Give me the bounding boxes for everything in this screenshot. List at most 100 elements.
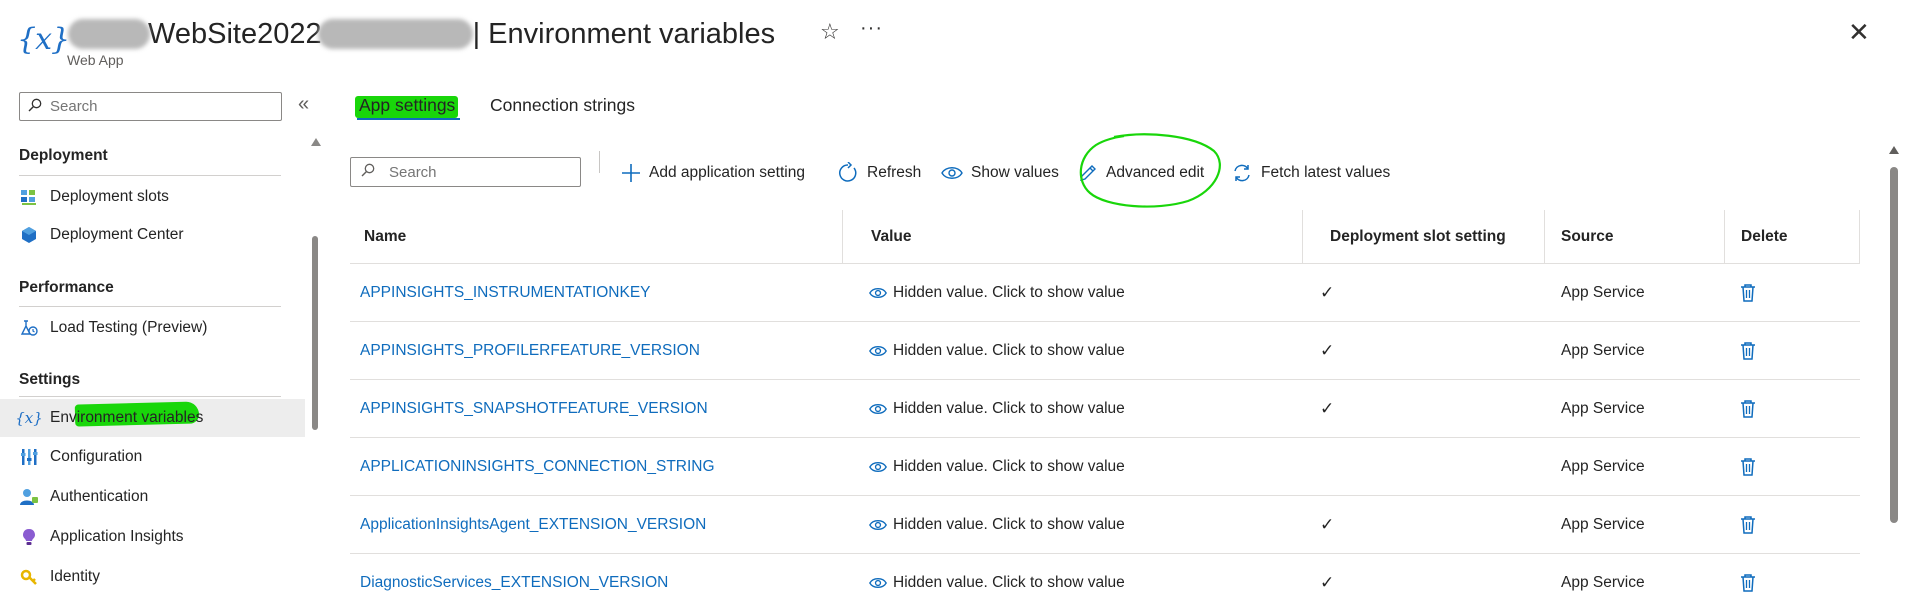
sidebar-scroll-up-arrow[interactable]: [311, 138, 321, 146]
tab-app-settings[interactable]: App settings: [359, 95, 455, 116]
hidden-value-text: Hidden value. Click to show value: [893, 342, 1125, 359]
refresh-button[interactable]: Refresh: [837, 160, 921, 186]
sidebar-item-authentication[interactable]: Authentication: [0, 478, 305, 516]
app-root: {x} WebSite2022 | Environment variables …: [0, 0, 1907, 602]
sidebar-item-label: Deployment Center: [50, 226, 184, 243]
sidebar: « Deployment Deployment slots Deployment…: [0, 80, 321, 602]
delete-icon[interactable]: [1740, 438, 1756, 496]
settings-search-input[interactable]: [389, 163, 569, 181]
setting-name-link[interactable]: APPINSIGHTS_PROFILERFEATURE_VERSION: [360, 322, 700, 380]
table-row: APPINSIGHTS_SNAPSHOTFEATURE_VERSION Hidde…: [350, 380, 1860, 438]
table-row: APPLICATIONINSIGHTS_CONNECTION_STRING Hid…: [350, 438, 1860, 496]
source-text: App Service: [1561, 400, 1645, 417]
column-divider: [1859, 210, 1860, 264]
setting-name-link[interactable]: APPLICATIONINSIGHTS_CONNECTION_STRING: [360, 438, 715, 496]
active-tab-indicator: [357, 118, 460, 120]
show-values-button[interactable]: Show values: [941, 160, 1059, 186]
section-deployment: Deployment: [19, 147, 108, 164]
load-testing-icon: [19, 318, 39, 338]
delete-icon[interactable]: [1740, 554, 1756, 602]
sidebar-scrollbar-thumb[interactable]: [312, 236, 318, 430]
column-divider[interactable]: [842, 210, 843, 264]
sidebar-item-label: Load Testing (Preview): [50, 319, 208, 336]
setting-name-link[interactable]: APPINSIGHTS_INSTRUMENTATIONKEY: [360, 264, 651, 322]
sidebar-item-configuration[interactable]: Configuration: [0, 438, 305, 476]
plus-icon: [621, 163, 641, 183]
column-header-value[interactable]: Value: [857, 210, 912, 264]
hidden-value-text: Hidden value. Click to show value: [893, 400, 1125, 417]
hidden-value-cell[interactable]: Hidden value. Click to show value: [869, 380, 1125, 438]
divider: [19, 175, 281, 176]
hidden-value-cell[interactable]: Hidden value. Click to show value: [869, 438, 1125, 496]
column-header-name[interactable]: Name: [350, 210, 406, 264]
tab-connection-strings[interactable]: Connection strings: [490, 95, 635, 116]
delete-icon[interactable]: [1740, 264, 1756, 322]
setting-name-link[interactable]: DiagnosticServices_EXTENSION_VERSION: [360, 554, 668, 602]
sidebar-item-label: Identity: [50, 568, 100, 585]
delete-icon[interactable]: [1740, 380, 1756, 438]
column-divider[interactable]: [1544, 210, 1545, 264]
column-divider[interactable]: [1724, 210, 1725, 264]
redacted-text: [317, 19, 473, 49]
environment-variables-icon: {x}: [15, 409, 43, 427]
sidebar-item-label: Environment variables: [50, 409, 204, 426]
hidden-value-text: Hidden value. Click to show value: [893, 574, 1125, 591]
main-scroll-up-arrow[interactable]: [1889, 146, 1899, 154]
setting-name-link[interactable]: APPINSIGHTS_SNAPSHOTFEATURE_VERSION: [360, 380, 708, 438]
identity-icon: [19, 567, 39, 587]
refresh-icon: [837, 162, 859, 184]
eye-icon: [869, 577, 887, 589]
toolbar-divider: [599, 151, 600, 173]
pencil-icon: [1078, 163, 1098, 183]
advanced-edit-button[interactable]: Advanced edit: [1078, 160, 1204, 186]
delete-icon[interactable]: [1740, 322, 1756, 380]
sidebar-item-deployment-slots[interactable]: Deployment slots: [0, 178, 305, 216]
fetch-latest-values-button[interactable]: Fetch latest values: [1231, 160, 1390, 186]
eye-icon: [869, 287, 887, 299]
advanced-edit-label: Advanced edit: [1106, 164, 1205, 181]
main-scrollbar-thumb[interactable]: [1890, 167, 1898, 523]
column-header-source[interactable]: Source: [1547, 210, 1614, 264]
section-performance: Performance: [19, 279, 114, 296]
sidebar-item-load-testing[interactable]: Load Testing (Preview): [0, 309, 305, 347]
sidebar-search-input[interactable]: [50, 98, 250, 115]
more-options-icon[interactable]: ···: [860, 17, 883, 40]
sync-icon: [1231, 162, 1253, 184]
checkmark-icon: ✓: [1320, 283, 1335, 302]
column-header-slot-setting[interactable]: Deployment slot setting: [1316, 210, 1506, 264]
setting-name-link[interactable]: ApplicationInsightsAgent_EXTENSION_VERSI…: [360, 496, 706, 554]
checkmark-icon: ✓: [1320, 573, 1335, 592]
eye-icon: [941, 166, 963, 180]
column-divider[interactable]: [1302, 210, 1303, 264]
search-icon: [361, 163, 375, 181]
show-values-label: Show values: [971, 164, 1059, 181]
hidden-value-cell[interactable]: Hidden value. Click to show value: [869, 554, 1125, 602]
hidden-value-cell[interactable]: Hidden value. Click to show value: [869, 264, 1125, 322]
collapse-sidebar-icon[interactable]: «: [298, 93, 309, 116]
sidebar-item-application-insights[interactable]: Application Insights: [0, 518, 305, 556]
search-icon: [28, 98, 42, 116]
favorite-star-icon[interactable]: ☆: [820, 19, 840, 45]
deployment-slots-icon: [19, 187, 39, 207]
table-header: Name Value Deployment slot setting Sourc…: [350, 210, 1860, 264]
column-header-delete: Delete: [1741, 228, 1788, 245]
sidebar-item-label: Deployment slots: [50, 188, 169, 205]
page-title: WebSite2022 | Environment variables: [68, 14, 775, 54]
add-application-setting-button[interactable]: Add application setting: [621, 160, 805, 186]
hidden-value-cell[interactable]: Hidden value. Click to show value: [869, 322, 1125, 380]
hidden-value-text: Hidden value. Click to show value: [893, 516, 1125, 533]
environment-variables-app-icon: {x}: [17, 22, 70, 57]
hidden-value-cell[interactable]: Hidden value. Click to show value: [869, 496, 1125, 554]
close-icon[interactable]: ✕: [1848, 17, 1870, 48]
delete-icon[interactable]: [1740, 496, 1756, 554]
source-text: App Service: [1561, 516, 1645, 533]
table-row: APPINSIGHTS_PROFILERFEATURE_VERSION Hidde…: [350, 322, 1860, 380]
sidebar-item-identity[interactable]: Identity: [0, 558, 305, 596]
checkmark-icon: ✓: [1320, 341, 1335, 360]
sidebar-item-deployment-center[interactable]: Deployment Center: [0, 216, 305, 254]
eye-icon: [869, 461, 887, 473]
settings-search[interactable]: [350, 157, 581, 187]
divider: [19, 396, 281, 397]
checkmark-icon: ✓: [1320, 399, 1335, 418]
sidebar-search[interactable]: [19, 92, 282, 121]
